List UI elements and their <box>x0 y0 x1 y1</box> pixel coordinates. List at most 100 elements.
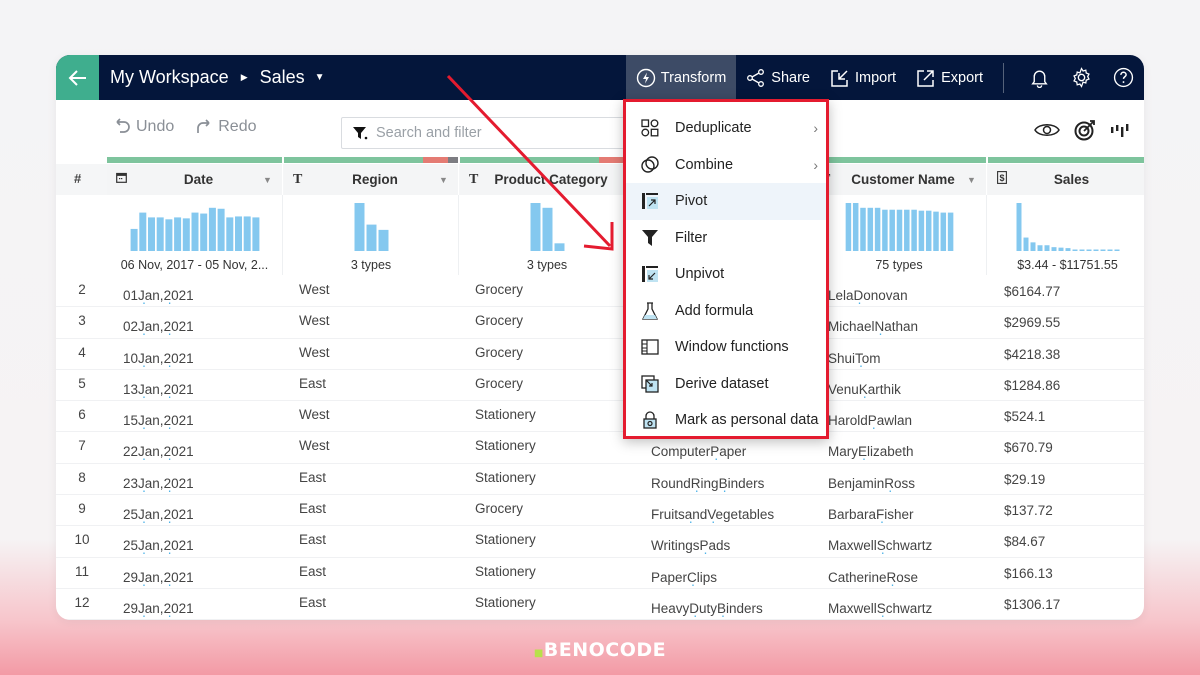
settings-button[interactable] <box>1060 55 1102 100</box>
cell-category[interactable]: Stationery <box>475 532 536 547</box>
cell-customer[interactable]: Maxwell · Schwartz <box>828 601 932 620</box>
cell-region[interactable]: East <box>299 595 326 610</box>
cell-customer[interactable]: Venu · Karthik <box>828 382 901 404</box>
menu-item-window-functions[interactable]: Window functions <box>626 329 826 366</box>
cell-region[interactable]: West <box>299 282 330 297</box>
quality-bar[interactable] <box>284 157 458 163</box>
redo-button[interactable]: Redo <box>194 117 257 137</box>
cell-date[interactable]: 02 · Jan, · 2021 <box>123 319 194 341</box>
cell-category[interactable]: Grocery <box>475 282 523 297</box>
cell-product[interactable]: Paper · Clips <box>651 570 717 592</box>
menu-item-add-formula[interactable]: Add formula <box>626 293 826 330</box>
cell-sales[interactable]: $670.79 <box>1004 440 1053 455</box>
cell-sales[interactable]: $29.19 <box>1004 472 1045 487</box>
quality-bar[interactable] <box>988 157 1144 163</box>
cell-product[interactable]: Writings · Pads <box>651 538 730 560</box>
cell-date[interactable]: 29 · Jan, · 2021 <box>123 570 194 592</box>
cell-category[interactable]: Stationery <box>475 564 536 579</box>
histogram[interactable] <box>107 201 283 253</box>
cell-date[interactable]: 10 · Jan, · 2021 <box>123 351 194 373</box>
cell-sales[interactable]: $4218.38 <box>1004 347 1060 362</box>
breadcrumb-workspace[interactable]: My Workspace <box>110 67 229 88</box>
cell-region[interactable]: East <box>299 376 326 391</box>
table-row[interactable]: 6 15 · Jan, · 2021 West Stationery Harold · … <box>56 401 1144 435</box>
table-row[interactable]: 11 29 · Jan, · 2021 East Stationery Paper · … <box>56 558 1144 592</box>
cell-sales[interactable]: $524.1 <box>1004 409 1045 424</box>
help-button[interactable] <box>1102 55 1144 100</box>
cell-customer[interactable]: Lela · Donovan <box>828 288 908 310</box>
target-icon[interactable] <box>1074 119 1096 141</box>
cell-product[interactable]: Computer · Paper <box>651 444 746 466</box>
cell-category[interactable]: Stationery <box>475 470 536 485</box>
cell-customer[interactable]: Barbara · Fisher <box>828 507 914 529</box>
histogram[interactable] <box>460 201 635 253</box>
column-header-sales[interactable]: $ Sales <box>988 164 1144 195</box>
cell-sales[interactable]: $1306.17 <box>1004 597 1060 612</box>
menu-item-mark-as-personal-data[interactable]: Mark as personal data <box>626 402 826 439</box>
cell-region[interactable]: West <box>299 438 330 453</box>
cell-category[interactable]: Grocery <box>475 376 523 391</box>
cell-customer[interactable]: Michael · Nathan <box>828 319 918 341</box>
cell-date[interactable]: 25 · Jan, · 2021 <box>123 507 194 529</box>
cell-sales[interactable]: $137.72 <box>1004 503 1053 518</box>
cell-customer[interactable]: Benjamin · Ross <box>828 476 915 498</box>
cell-category[interactable]: Stationery <box>475 407 536 422</box>
eye-icon[interactable] <box>1034 121 1060 139</box>
cell-sales[interactable]: $2969.55 <box>1004 315 1060 330</box>
cell-region[interactable]: West <box>299 345 330 360</box>
column-menu-icon[interactable]: ▼ <box>967 175 981 185</box>
table-row[interactable]: 5 13 · Jan, · 2021 East Grocery Venu · Karth… <box>56 370 1144 404</box>
cell-customer[interactable]: Maxwell · Schwartz <box>828 538 932 560</box>
cell-customer[interactable]: Shui · Tom <box>828 351 881 373</box>
cell-date[interactable]: 13 · Jan, · 2021 <box>123 382 194 404</box>
cell-category[interactable]: Grocery <box>475 501 523 516</box>
cell-sales[interactable]: $1284.86 <box>1004 378 1060 393</box>
table-row[interactable]: 2 01 · Jan, · 2021 West Grocery Lela · Donov… <box>56 276 1144 310</box>
cell-product[interactable]: Heavy · Duty · Binders <box>651 601 763 620</box>
cell-product[interactable]: Round · Ring · Binders <box>651 476 764 498</box>
table-row[interactable]: 10 25 · Jan, · 2021 East Stationery Writings… <box>56 526 1144 560</box>
menu-item-unpivot[interactable]: Unpivot <box>626 256 826 293</box>
column-header-category[interactable]: T Product Category <box>460 164 635 195</box>
cell-sales[interactable]: $6164.77 <box>1004 284 1060 299</box>
cell-category[interactable]: Grocery <box>475 313 523 328</box>
cell-date[interactable]: 29 · Jan, · 2021 <box>123 601 194 620</box>
cell-date[interactable]: 01 · Jan, · 2021 <box>123 288 194 310</box>
quality-bar[interactable] <box>460 157 634 163</box>
cell-date[interactable]: 15 · Jan, · 2021 <box>123 413 194 435</box>
menu-item-pivot[interactable]: Pivot <box>626 183 826 220</box>
cell-region[interactable]: West <box>299 407 330 422</box>
cell-region[interactable]: East <box>299 501 326 516</box>
column-menu-icon[interactable]: ▼ <box>439 175 453 185</box>
column-header-region[interactable]: T Region ▼ <box>284 164 459 195</box>
undo-button[interactable]: Undo <box>112 117 174 137</box>
export-button[interactable]: Export <box>906 55 993 100</box>
breadcrumb-dataset[interactable]: Sales <box>260 67 305 88</box>
share-button[interactable]: Share <box>736 55 820 100</box>
column-menu-icon[interactable]: ▼ <box>263 175 277 185</box>
import-button[interactable]: Import <box>820 55 906 100</box>
bar-chart-icon[interactable] <box>1110 121 1132 139</box>
histogram[interactable] <box>988 201 1144 253</box>
histogram[interactable] <box>284 201 459 253</box>
cell-date[interactable]: 25 · Jan, · 2021 <box>123 538 194 560</box>
table-row[interactable]: 12 29 · Jan, · 2021 East Stationery Heavy · … <box>56 589 1144 620</box>
table-row[interactable]: 7 22 · Jan, · 2021 West Stationery Computer … <box>56 432 1144 466</box>
cell-date[interactable]: 22 · Jan, · 2021 <box>123 444 194 466</box>
cell-region[interactable]: East <box>299 470 326 485</box>
cell-region[interactable]: East <box>299 532 326 547</box>
cell-category[interactable]: Grocery <box>475 345 523 360</box>
search-input[interactable] <box>376 125 636 141</box>
cell-category[interactable]: Stationery <box>475 595 536 610</box>
histogram[interactable] <box>812 201 987 253</box>
cell-sales[interactable]: $166.13 <box>1004 566 1053 581</box>
menu-item-filter[interactable]: Filter <box>626 220 826 257</box>
cell-category[interactable]: Stationery <box>475 438 536 453</box>
cell-customer[interactable]: Mary · Elizabeth <box>828 444 914 466</box>
column-header-customer[interactable]: TCustomer Name▼ <box>812 164 987 195</box>
cell-customer[interactable]: Harold · Pawlan <box>828 413 912 435</box>
table-row[interactable]: 9 25 · Jan, · 2021 East Grocery Fruits · and… <box>56 495 1144 529</box>
cell-region[interactable]: East <box>299 564 326 579</box>
cell-product[interactable]: Fruits · and · Vegetables <box>651 507 774 529</box>
transform-button[interactable]: Transform <box>625 55 737 100</box>
